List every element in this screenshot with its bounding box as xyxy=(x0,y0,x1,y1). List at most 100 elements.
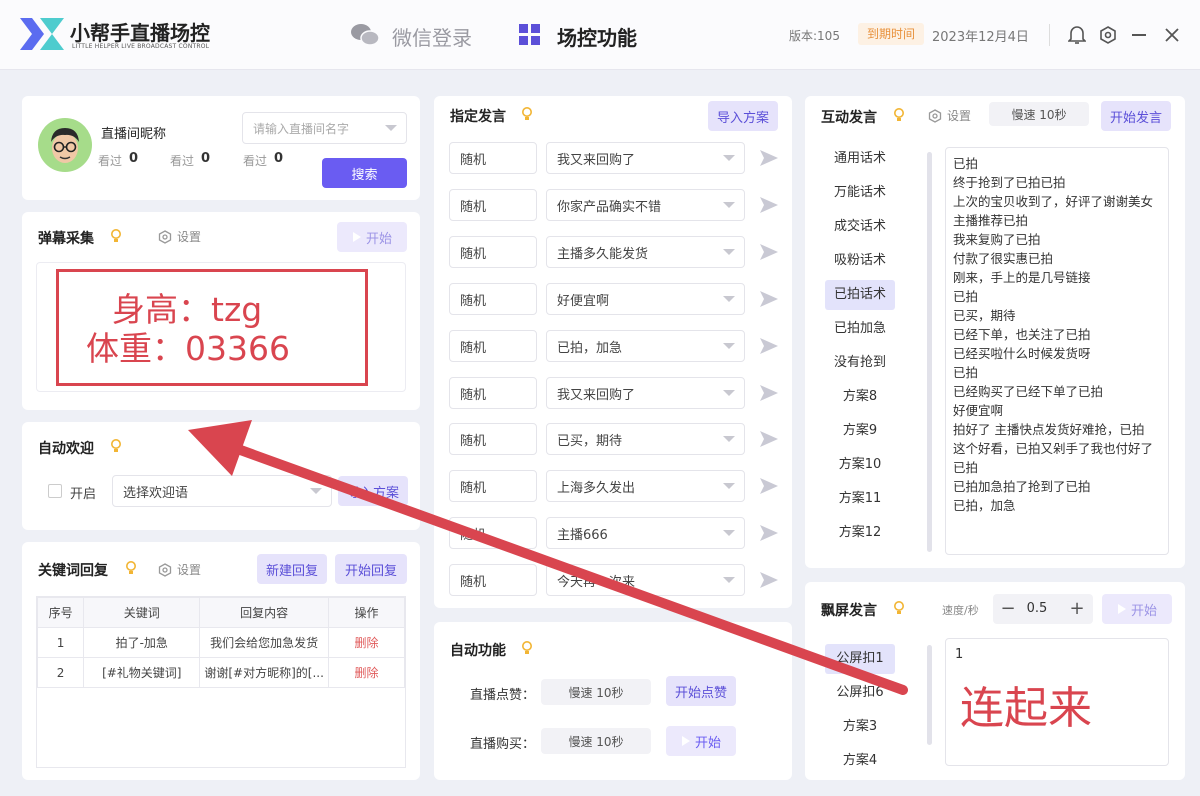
wechat-icon xyxy=(351,24,380,46)
send-icon[interactable] xyxy=(758,382,780,404)
decrement-button[interactable]: − xyxy=(999,598,1017,620)
speed-value[interactable]: 0.5 xyxy=(1020,601,1054,616)
start-buy-button[interactable]: 开始 xyxy=(666,726,736,756)
interact-category-item[interactable]: 已拍加急 xyxy=(825,314,895,344)
mode-select[interactable]: 随机 xyxy=(449,423,537,455)
interact-text-area[interactable]: 已拍 终于抢到了已拍已拍 上次的宝贝收到了，好评了谢谢美女 主播推荐已拍 我来复购了已拍… xyxy=(945,147,1169,555)
delete-link[interactable]: 删除 xyxy=(327,657,406,688)
chevron-down-icon xyxy=(723,530,735,536)
mode-select[interactable]: 随机 xyxy=(449,236,537,268)
interact-category-item[interactable]: 方案12 xyxy=(825,518,895,548)
room-name-input[interactable]: 请输入直播间名字 xyxy=(242,112,407,144)
phrase-select[interactable]: 今天再一次来 xyxy=(546,564,745,596)
grid-icon xyxy=(519,24,540,45)
mode-select[interactable]: 随机 xyxy=(449,330,537,362)
start-like-button[interactable]: 开始点赞 xyxy=(666,676,736,706)
phrase-select[interactable]: 你家产品确实不错 xyxy=(546,189,745,221)
welcome-title: 自动欢迎 xyxy=(38,441,94,457)
bell-icon[interactable] xyxy=(1068,25,1086,45)
danmu-settings[interactable]: 设置 xyxy=(158,228,201,245)
like-speed-select[interactable]: 慢速 10秒 xyxy=(541,679,651,705)
floating-title: 飘屏发言 xyxy=(821,603,877,619)
phrase-select[interactable]: 主播多久能发货 xyxy=(546,236,745,268)
new-reply-button[interactable]: 新建回复 xyxy=(257,554,327,584)
avatar xyxy=(38,118,92,172)
phrase-select[interactable]: 已拍，加急 xyxy=(546,330,745,362)
interact-category-item[interactable]: 成交话术 xyxy=(825,212,895,242)
phrase-select[interactable]: 上海多久发出 xyxy=(546,470,745,502)
mode-select[interactable]: 随机 xyxy=(449,564,537,596)
minimize-icon[interactable] xyxy=(1132,34,1146,36)
increment-button[interactable]: + xyxy=(1068,598,1086,620)
designated-title: 指定发言 xyxy=(450,109,506,125)
interact-category-item[interactable]: 通用话术 xyxy=(825,144,895,174)
chevron-down-icon xyxy=(723,483,735,489)
floating-category-item[interactable]: 公屏扣6 xyxy=(825,678,895,708)
interact-line: 已拍 xyxy=(953,156,979,171)
settings-icon[interactable] xyxy=(1099,26,1117,44)
welcome-import-button[interactable]: 导入方案 xyxy=(338,476,408,506)
interact-category-item[interactable]: 没有抢到 xyxy=(825,348,895,378)
floating-category-item[interactable]: 方案3 xyxy=(825,712,895,742)
interact-speed-select[interactable]: 慢速 10秒 xyxy=(989,102,1089,126)
keyword-settings[interactable]: 设置 xyxy=(158,561,201,578)
interact-category-item[interactable]: 方案8 xyxy=(825,382,895,412)
phrase-select[interactable]: 我又来回购了 xyxy=(546,142,745,174)
floating-category-item[interactable]: 公屏扣1 xyxy=(825,644,895,674)
phrase-select[interactable]: 好便宜啊 xyxy=(546,283,745,315)
play-icon xyxy=(352,232,361,242)
phrase-select[interactable]: 已买，期待 xyxy=(546,423,745,455)
cell-no: 1 xyxy=(36,627,85,658)
mode-select[interactable]: 随机 xyxy=(449,377,537,409)
interact-settings[interactable]: 设置 xyxy=(928,107,971,124)
mode-select[interactable]: 随机 xyxy=(449,283,537,315)
phrase-text: 好便宜啊 xyxy=(557,293,610,309)
mode-select[interactable]: 随机 xyxy=(449,142,537,174)
send-icon[interactable] xyxy=(758,288,780,310)
floating-scrollbar[interactable] xyxy=(927,645,932,745)
designated-import-button[interactable]: 导入方案 xyxy=(708,101,778,131)
interact-category-item[interactable]: 已拍话术 xyxy=(825,280,895,310)
mode-select[interactable]: 随机 xyxy=(449,517,537,549)
floating-category-item[interactable]: 方案4 xyxy=(825,746,895,776)
interact-scrollbar[interactable] xyxy=(927,152,932,552)
welcome-select[interactable]: 选择欢迎语 xyxy=(112,475,332,507)
phrase-select[interactable]: 主播666 xyxy=(546,517,745,549)
phrase-text: 我又来回购了 xyxy=(557,387,636,403)
interact-category-item[interactable]: 方案11 xyxy=(825,484,895,514)
welcome-enable-checkbox[interactable] xyxy=(48,484,62,498)
start-reply-button[interactable]: 开始回复 xyxy=(335,554,407,584)
mode-select[interactable]: 随机 xyxy=(449,470,537,502)
close-icon[interactable] xyxy=(1165,28,1179,42)
send-icon[interactable] xyxy=(758,522,780,544)
interact-category-item[interactable]: 万能话术 xyxy=(825,178,895,208)
phrase-text: 你家产品确实不错 xyxy=(557,199,662,215)
lightbulb-icon xyxy=(894,108,904,121)
interact-category-item[interactable]: 吸粉话术 xyxy=(825,246,895,276)
send-icon[interactable] xyxy=(758,428,780,450)
floating-start-button[interactable]: 开始 xyxy=(1102,594,1172,624)
send-icon[interactable] xyxy=(758,335,780,357)
buy-speed-select[interactable]: 慢速 10秒 xyxy=(541,728,651,754)
interact-line: 终于抢到了已拍已拍 xyxy=(953,175,1066,190)
danmu-start-button[interactable]: 开始 xyxy=(337,222,407,252)
tab-wechat-login[interactable]: 微信登录 xyxy=(392,22,472,51)
send-icon[interactable] xyxy=(758,569,780,591)
send-icon[interactable] xyxy=(758,147,780,169)
interact-category-item[interactable]: 方案10 xyxy=(825,450,895,480)
room-name-placeholder: 请输入直播间名字 xyxy=(253,121,350,136)
welcome-enable-label: 开启 xyxy=(70,487,97,502)
send-icon[interactable] xyxy=(758,241,780,263)
send-icon[interactable] xyxy=(758,194,780,216)
start-speak-button[interactable]: 开始发言 xyxy=(1101,101,1171,131)
phrase-select[interactable]: 我又来回购了 xyxy=(546,377,745,409)
delete-link[interactable]: 删除 xyxy=(327,627,406,658)
phrase-text: 已买，期待 xyxy=(557,433,623,449)
mode-select[interactable]: 随机 xyxy=(449,189,537,221)
tab-control[interactable]: 场控功能 xyxy=(557,22,637,51)
speed-label: 速度/秒 xyxy=(942,604,979,617)
send-icon[interactable] xyxy=(758,475,780,497)
interact-category-item[interactable]: 方案9 xyxy=(825,416,895,446)
interact-line: 主播推荐已拍 xyxy=(953,213,1029,228)
search-button[interactable]: 搜索 xyxy=(322,158,407,188)
